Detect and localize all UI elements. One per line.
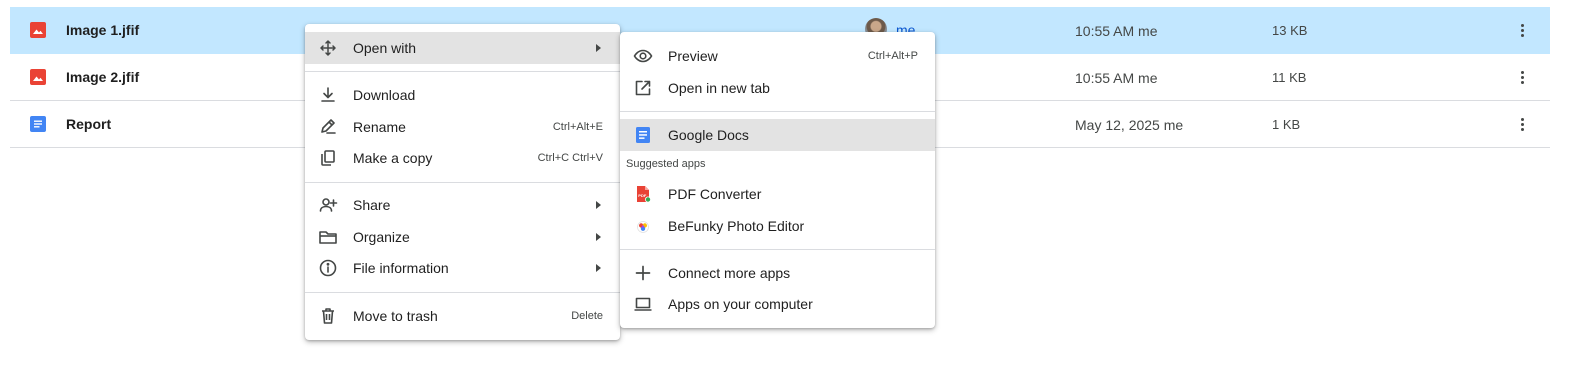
- menu-item-download[interactable]: Download: [305, 79, 620, 111]
- file-size: 11 KB: [1272, 70, 1307, 85]
- folder-icon: [318, 227, 338, 247]
- image-file-icon: [30, 22, 46, 38]
- menu-item-label: Open with: [353, 40, 417, 56]
- file-modified: 10:55 AM me: [1075, 23, 1158, 39]
- more-actions-icon[interactable]: [1515, 19, 1531, 41]
- chevron-right-icon: [596, 233, 601, 241]
- menu-item-label: Share: [353, 197, 391, 213]
- menu-item-label: Rename: [353, 119, 406, 135]
- file-name[interactable]: Report: [66, 116, 111, 132]
- menu-item-connect-more-apps[interactable]: Connect more apps: [620, 257, 935, 289]
- file-size: 13 KB: [1272, 23, 1308, 38]
- file-modified: May 12, 2025 me: [1075, 117, 1184, 133]
- trash-icon: [318, 306, 338, 326]
- menu-item-befunky[interactable]: BeFunky Photo Editor: [620, 210, 935, 242]
- menu-item-label: Make a copy: [353, 150, 433, 166]
- download-icon: [318, 85, 338, 105]
- open-in-new-icon: [633, 78, 653, 98]
- menu-item-move-to-trash[interactable]: Move to trash Delete: [305, 300, 620, 332]
- chevron-right-icon: [596, 44, 601, 52]
- menu-divider: [305, 71, 620, 72]
- shortcut-hint: Ctrl+Alt+P: [867, 50, 918, 62]
- open-with-submenu: Preview Ctrl+Alt+P Open in new tab Googl…: [620, 32, 935, 328]
- menu-item-label: Apps on your computer: [668, 296, 813, 312]
- shortcut-hint: Ctrl+Alt+E: [552, 121, 603, 133]
- google-doc-file-icon: [30, 116, 46, 132]
- menu-item-label: Preview: [668, 48, 718, 64]
- menu-divider: [620, 249, 935, 250]
- pdf-converter-icon: PDF: [633, 184, 653, 204]
- menu-item-share[interactable]: Share: [305, 189, 620, 221]
- plus-icon: [633, 263, 653, 283]
- eye-icon: [633, 46, 653, 66]
- menu-divider: [305, 182, 620, 183]
- menu-item-label: Connect more apps: [668, 265, 791, 281]
- image-file-icon: [30, 69, 46, 85]
- menu-item-label: BeFunky Photo Editor: [668, 218, 805, 234]
- rename-icon: [318, 117, 338, 137]
- suggested-apps-heading: Suggested apps: [626, 158, 706, 170]
- menu-item-make-copy[interactable]: Make a copy Ctrl+C Ctrl+V: [305, 142, 620, 174]
- menu-item-label: PDF Converter: [668, 186, 762, 202]
- menu-item-file-information[interactable]: File information: [305, 252, 620, 284]
- file-size: 1 KB: [1272, 117, 1301, 132]
- menu-item-open-with[interactable]: Open with: [305, 32, 620, 64]
- context-menu: Open with Download Rename Ctrl+Alt+E Mak…: [305, 24, 620, 340]
- menu-item-label: Download: [353, 87, 416, 103]
- info-icon: [318, 258, 338, 278]
- menu-item-apps-on-computer[interactable]: Apps on your computer: [620, 288, 935, 320]
- menu-item-google-docs[interactable]: Google Docs: [620, 119, 935, 151]
- file-name[interactable]: Image 1.jfif: [66, 22, 139, 38]
- laptop-icon: [633, 294, 653, 314]
- more-actions-icon[interactable]: [1515, 66, 1531, 88]
- google-docs-icon: [633, 125, 653, 145]
- chevron-right-icon: [596, 264, 601, 272]
- befunky-icon: [633, 216, 653, 236]
- share-icon: [318, 195, 338, 215]
- menu-item-label: Organize: [353, 229, 410, 245]
- menu-item-label: Open in new tab: [668, 80, 770, 96]
- menu-item-organize[interactable]: Organize: [305, 221, 620, 253]
- menu-item-label: Google Docs: [668, 127, 749, 143]
- shortcut-hint: Ctrl+C Ctrl+V: [537, 152, 603, 164]
- copy-icon: [318, 148, 338, 168]
- menu-item-preview[interactable]: Preview Ctrl+Alt+P: [620, 40, 935, 72]
- menu-item-label: Move to trash: [353, 308, 438, 324]
- menu-item-rename[interactable]: Rename Ctrl+Alt+E: [305, 111, 620, 143]
- menu-divider: [305, 292, 620, 293]
- shortcut-hint: Delete: [571, 310, 603, 322]
- file-modified: 10:55 AM me: [1075, 70, 1158, 86]
- menu-item-label: File information: [353, 260, 449, 276]
- menu-item-open-in-new-tab[interactable]: Open in new tab: [620, 72, 935, 104]
- more-actions-icon[interactable]: [1515, 113, 1531, 135]
- file-name[interactable]: Image 2.jfif: [66, 69, 139, 85]
- menu-item-pdf-converter[interactable]: PDF PDF Converter: [620, 178, 935, 210]
- svg-text:PDF: PDF: [638, 193, 647, 198]
- chevron-right-icon: [596, 201, 601, 209]
- open-with-icon: [318, 38, 338, 58]
- menu-divider: [620, 111, 935, 112]
